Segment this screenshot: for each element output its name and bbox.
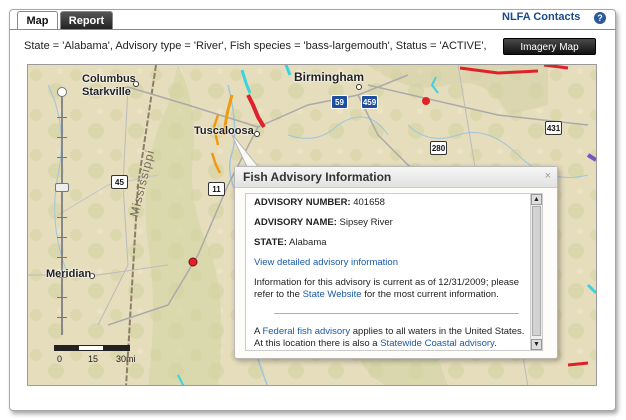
us-highway-shield: 11: [208, 182, 225, 196]
federal-end: .: [494, 338, 497, 349]
popup-title: Fish Advisory Information: [235, 167, 557, 188]
zoom-in-button[interactable]: [57, 87, 67, 97]
advisory-name-label: ADVISORY NAME:: [254, 217, 337, 228]
city-label-starkville: Starkville: [82, 86, 131, 98]
state-value: Alabama: [289, 237, 327, 248]
interstate-shield: 459: [361, 95, 378, 109]
city-label-birmingham: Birmingham: [294, 70, 365, 84]
nlfa-contacts-link[interactable]: NLFA Contacts: [502, 11, 580, 23]
query-description: State = 'Alabama', Advisory type = 'Rive…: [24, 40, 487, 52]
state-label: STATE:: [254, 237, 287, 248]
tab-bar: Map Report: [17, 11, 115, 29]
zoom-tick: [57, 317, 67, 318]
current-info-row: Information for this advisory is current…: [254, 277, 529, 301]
scroll-down-icon[interactable]: ▼: [531, 339, 542, 350]
tab-map[interactable]: Map: [17, 11, 58, 29]
zoom-tick: [57, 237, 67, 238]
city-dot: [254, 131, 260, 137]
fish-advisory-popup: Fish Advisory Information × ADVISORY NUM…: [234, 166, 558, 359]
zoom-slider[interactable]: [55, 87, 69, 342]
close-icon[interactable]: ×: [545, 170, 551, 182]
zoom-tick: [57, 297, 67, 298]
zoom-slider-handle[interactable]: [55, 183, 69, 192]
scale-label: 30mi: [116, 354, 136, 364]
us-highway-shield: 45: [111, 175, 128, 189]
federal-prefix: A: [254, 326, 260, 337]
us-highway-shield: 431: [545, 121, 562, 135]
view-detailed-advisory-link[interactable]: View detailed advisory information: [254, 257, 398, 268]
scale-bar: [54, 345, 130, 351]
zoom-tick: [57, 117, 67, 118]
detail-link-row: View detailed advisory information: [254, 257, 529, 269]
scale-label: 15: [88, 354, 99, 364]
state-row: STATE: Alabama: [254, 237, 529, 249]
city-dot: [356, 84, 362, 90]
current-info-text-end: for the most current information.: [364, 289, 499, 300]
popup-divider: [274, 313, 519, 314]
imagery-map-button[interactable]: Imagery Map: [503, 38, 596, 55]
popup-scrollbar[interactable]: ▲ ▼: [530, 194, 542, 350]
zoom-track[interactable]: [61, 95, 63, 335]
scroll-thumb[interactable]: [532, 206, 541, 336]
city-label-tuscaloosa: Tuscaloosa: [194, 125, 254, 137]
scroll-up-icon[interactable]: ▲: [531, 194, 542, 205]
statewide-coastal-link[interactable]: Statewide Coastal advisory: [380, 338, 494, 349]
city-label-columbus: Columbus: [82, 73, 136, 85]
state-website-link[interactable]: State Website: [303, 289, 362, 300]
advisory-name-value: Sipsey River: [339, 217, 393, 228]
zoom-tick: [57, 217, 67, 218]
advisory-name-row: ADVISORY NAME: Sipsey River: [254, 217, 529, 229]
advisory-number-label: ADVISORY NUMBER:: [254, 197, 351, 208]
zoom-tick: [57, 257, 67, 258]
us-highway-shield: 280: [430, 141, 447, 155]
tab-underline: [10, 29, 616, 30]
city-label-meridian: Meridian: [46, 268, 92, 280]
scale-segment: [55, 346, 79, 350]
map-view[interactable]: Mississippi Columbus Starkville Birmingh…: [27, 64, 597, 386]
tab-report[interactable]: Report: [60, 11, 113, 29]
popup-body: ADVISORY NUMBER: 401658 ADVISORY NAME: S…: [245, 193, 543, 351]
zoom-tick: [57, 137, 67, 138]
help-icon[interactable]: ?: [594, 12, 606, 24]
zoom-tick: [57, 157, 67, 158]
advisory-number-value: 401658: [353, 197, 385, 208]
scale-label: 0: [57, 354, 63, 364]
popup-content: ADVISORY NUMBER: 401658 ADVISORY NAME: S…: [254, 197, 529, 350]
federal-row: A Federal fish advisory applies to all w…: [254, 326, 529, 350]
federal-advisory-link[interactable]: Federal fish advisory: [262, 326, 350, 337]
interstate-shield: 59: [331, 95, 348, 109]
scale-segment: [103, 346, 129, 350]
advisory-number-row: ADVISORY NUMBER: 401658: [254, 197, 529, 209]
